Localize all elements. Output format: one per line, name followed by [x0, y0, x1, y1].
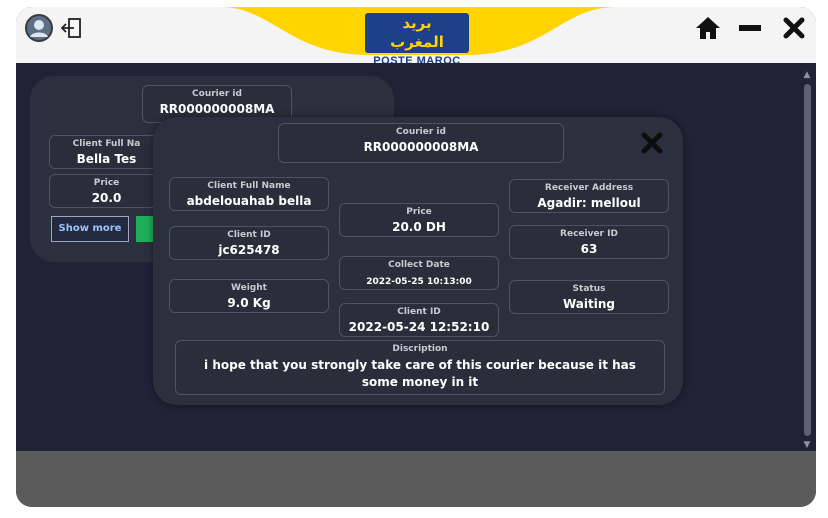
price-label: Price [93, 178, 120, 188]
app-window: بريد المغرب POSTE MAROC ▲ ▼ Courier id R… [16, 7, 816, 507]
logout-icon[interactable] [61, 17, 83, 39]
vertical-scrollbar[interactable]: ▲ ▼ [801, 70, 813, 450]
status-value: Waiting [562, 297, 615, 311]
receiver-address-value: Agadir: melloul [537, 196, 641, 210]
status-label: Status [572, 284, 606, 294]
receiver-id-label: Receiver ID [560, 229, 618, 239]
price-value: 20.0 [91, 191, 122, 205]
client-id-date-label: Client ID [397, 307, 441, 317]
weight-value: 9.0 Kg [227, 296, 271, 310]
receiver-address-field: Receiver Address Agadir: melloul [509, 179, 669, 213]
collect-date-label: Collect Date [388, 260, 450, 270]
description-value: i hope that you strongly take care of th… [204, 358, 636, 389]
price-field-back: Price 20.0 [49, 174, 164, 208]
description-label: Discription [392, 344, 448, 354]
client-id-field: Client ID jc625478 [169, 226, 329, 260]
courier-id-value: RR000000008MA [363, 140, 479, 154]
courier-id-value: RR000000008MA [159, 102, 275, 116]
client-id-label: Client ID [227, 230, 271, 240]
scroll-up-icon[interactable]: ▲ [802, 70, 812, 80]
price-label: Price [406, 207, 432, 217]
client-name-value: Bella Tes [76, 152, 137, 166]
popup-close-icon[interactable] [640, 131, 664, 155]
courier-id-label: Courier id [192, 89, 242, 99]
show-more-button[interactable]: Show more [51, 216, 129, 242]
description-field: Discription i hope that you strongly tak… [175, 340, 665, 395]
weight-field: Weight 9.0 Kg [169, 279, 329, 313]
receiver-id-value: 63 [580, 242, 598, 256]
client-full-name-field: Client Full Name abdelouahab bella [169, 177, 329, 211]
price-value: 20.0 DH [392, 220, 446, 234]
receiver-id-field: Receiver ID 63 [509, 225, 669, 259]
client-id-date-value: 2022-05-24 12:52:10 [348, 320, 490, 334]
user-avatar-icon[interactable] [24, 13, 54, 43]
courier-id-label: Courier id [396, 127, 446, 137]
client-name-field-back: Client Full Na Bella Tes [49, 135, 164, 169]
bottom-bar [16, 451, 816, 507]
courier-id-field: Courier id RR000000008MA [278, 123, 564, 163]
collect-date-value: 2022-05-25 10:13:00 [366, 277, 472, 287]
price-field: Price 20.0 DH [339, 203, 499, 237]
home-icon[interactable] [695, 16, 721, 40]
client-name-label: Client Full Na [72, 139, 141, 149]
scroll-thumb[interactable] [804, 84, 811, 436]
status-field: Status Waiting [509, 280, 669, 314]
minimize-icon[interactable] [738, 21, 762, 35]
client-id-date-field: Client ID 2022-05-24 12:52:10 [339, 303, 499, 337]
collect-date-field: Collect Date 2022-05-25 10:13:00 [339, 256, 499, 290]
scroll-down-icon[interactable]: ▼ [802, 440, 812, 450]
close-icon[interactable] [783, 17, 805, 39]
client-full-name-value: abdelouahab bella [186, 194, 312, 208]
client-full-name-label: Client Full Name [207, 181, 291, 191]
title-bar: بريد المغرب POSTE MAROC [16, 7, 816, 67]
receiver-address-label: Receiver Address [544, 183, 634, 193]
weight-label: Weight [231, 283, 267, 293]
logo-arabic: بريد المغرب [365, 13, 469, 53]
poste-maroc-logo: بريد المغرب POSTE MAROC [365, 13, 469, 67]
client-id-value: jc625478 [218, 243, 280, 257]
